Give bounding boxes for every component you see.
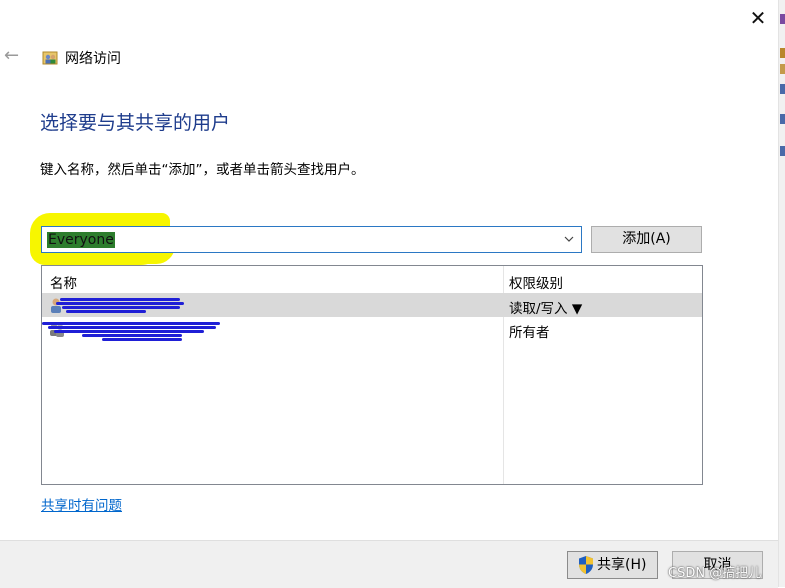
user-name-combobox[interactable]: Everyone	[41, 226, 582, 253]
shield-icon	[577, 555, 595, 575]
watermark-text: CSDN @搞把儿	[668, 566, 762, 581]
permission-value[interactable]: 读取/写入 ▼	[509, 297, 582, 317]
redaction-scribble	[54, 330, 204, 333]
background-window-edge	[778, 0, 785, 587]
users-list[interactable]: 名称 权限级别 读取/写入 ▼ 所有者	[41, 265, 703, 485]
dialog-footer	[0, 540, 778, 588]
window-title: 网络访问	[65, 51, 121, 67]
add-button[interactable]: 添加(A)	[591, 226, 702, 253]
back-arrow-icon[interactable]: ←	[4, 47, 20, 65]
chevron-down-icon[interactable]	[563, 232, 575, 246]
column-header-permission[interactable]: 权限级别	[509, 272, 563, 292]
close-icon[interactable]: ✕	[748, 8, 768, 28]
redaction-scribble	[60, 298, 180, 301]
table-row[interactable]: 读取/写入 ▼	[42, 293, 702, 317]
redaction-scribble	[62, 306, 180, 309]
redaction-scribble	[66, 310, 146, 313]
redaction-scribble	[56, 302, 184, 305]
table-row[interactable]: 所有者	[42, 317, 702, 341]
instruction-text: 键入名称，然后单击“添加”，或者单击箭头查找用户。	[40, 162, 365, 178]
column-header-name[interactable]: 名称	[50, 272, 77, 292]
permission-value: 所有者	[509, 325, 550, 341]
network-users-icon	[42, 49, 58, 65]
redaction-scribble	[48, 326, 216, 329]
redaction-scribble	[42, 322, 220, 325]
page-heading: 选择要与其共享的用户	[40, 112, 231, 134]
user-name-value: Everyone	[47, 232, 115, 248]
redaction-scribble	[82, 334, 182, 337]
sharing-help-link[interactable]: 共享时有问题	[41, 494, 122, 514]
redaction-scribble	[102, 338, 182, 341]
